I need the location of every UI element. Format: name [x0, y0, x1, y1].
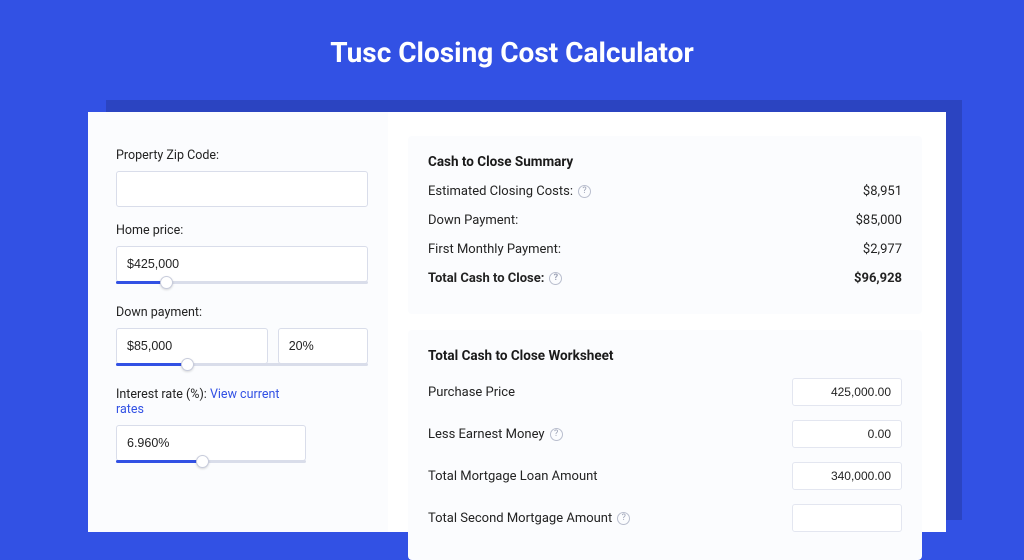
- interest-rate-slider[interactable]: [116, 460, 306, 468]
- summary-title: Cash to Close Summary: [428, 154, 902, 170]
- worksheet-row: Total Second Mortgage Amount?: [428, 504, 902, 532]
- home-price-slider-thumb[interactable]: [160, 276, 173, 289]
- worksheet-panel: Total Cash to Close Worksheet Purchase P…: [408, 330, 922, 560]
- interest-rate-label: Interest rate (%): View current rates: [116, 387, 306, 417]
- worksheet-row-label: Total Second Mortgage Amount?: [428, 511, 630, 526]
- worksheet-row-label: Total Mortgage Loan Amount: [428, 469, 598, 484]
- worksheet-value-input[interactable]: [792, 378, 902, 406]
- interest-rate-group: Interest rate (%): View current rates: [116, 387, 306, 468]
- down-payment-slider[interactable]: [116, 363, 368, 371]
- home-price-label: Home price:: [116, 223, 368, 238]
- page-title: Tusc Closing Cost Calculator: [0, 0, 1024, 99]
- home-price-slider[interactable]: [116, 281, 368, 289]
- summary-row-label: First Monthly Payment:: [428, 242, 561, 257]
- worksheet-value-input[interactable]: [792, 504, 902, 532]
- down-payment-label: Down payment:: [116, 305, 368, 320]
- down-payment-input[interactable]: [116, 328, 268, 364]
- summary-row: Down Payment: $85,000: [428, 213, 902, 228]
- down-payment-group: Down payment:: [116, 305, 368, 371]
- zip-group: Property Zip Code:: [116, 148, 368, 207]
- worksheet-row: Less Earnest Money?: [428, 420, 902, 448]
- summary-row-value: $2,977: [863, 242, 902, 257]
- summary-column: Cash to Close Summary Estimated Closing …: [388, 112, 946, 532]
- worksheet-title: Total Cash to Close Worksheet: [428, 348, 902, 364]
- calculator-card: Property Zip Code: Home price: Down paym…: [88, 112, 946, 532]
- zip-input[interactable]: [116, 171, 368, 207]
- worksheet-value-input[interactable]: [792, 420, 902, 448]
- cash-to-close-summary-panel: Cash to Close Summary Estimated Closing …: [408, 136, 922, 314]
- summary-row-label: Total Cash to Close:?: [428, 271, 562, 286]
- summary-row: Total Cash to Close:? $96,928: [428, 271, 902, 286]
- interest-rate-input[interactable]: [116, 425, 306, 461]
- home-price-input[interactable]: [116, 246, 368, 282]
- help-icon[interactable]: ?: [549, 272, 562, 285]
- help-icon[interactable]: ?: [550, 428, 563, 441]
- worksheet-row-label: Purchase Price: [428, 385, 515, 400]
- inputs-column: Property Zip Code: Home price: Down paym…: [88, 112, 388, 532]
- summary-row-label: Estimated Closing Costs:?: [428, 184, 591, 199]
- zip-label: Property Zip Code:: [116, 148, 368, 163]
- home-price-group: Home price:: [116, 223, 368, 289]
- summary-row-value: $85,000: [856, 213, 902, 228]
- summary-row: First Monthly Payment: $2,977: [428, 242, 902, 257]
- worksheet-row: Total Mortgage Loan Amount: [428, 462, 902, 490]
- help-icon[interactable]: ?: [617, 512, 630, 525]
- worksheet-row: Purchase Price: [428, 378, 902, 406]
- summary-row-value: $8,951: [863, 184, 902, 199]
- summary-row-value: $96,928: [854, 271, 902, 286]
- down-payment-slider-thumb[interactable]: [181, 358, 194, 371]
- interest-rate-label-text: Interest rate (%):: [116, 387, 210, 402]
- summary-row: Estimated Closing Costs:? $8,951: [428, 184, 902, 199]
- down-payment-pct-input[interactable]: [278, 328, 368, 364]
- interest-rate-slider-thumb[interactable]: [196, 455, 209, 468]
- worksheet-row-label: Less Earnest Money?: [428, 427, 563, 442]
- summary-row-label: Down Payment:: [428, 213, 518, 228]
- worksheet-value-input[interactable]: [792, 462, 902, 490]
- help-icon[interactable]: ?: [578, 185, 591, 198]
